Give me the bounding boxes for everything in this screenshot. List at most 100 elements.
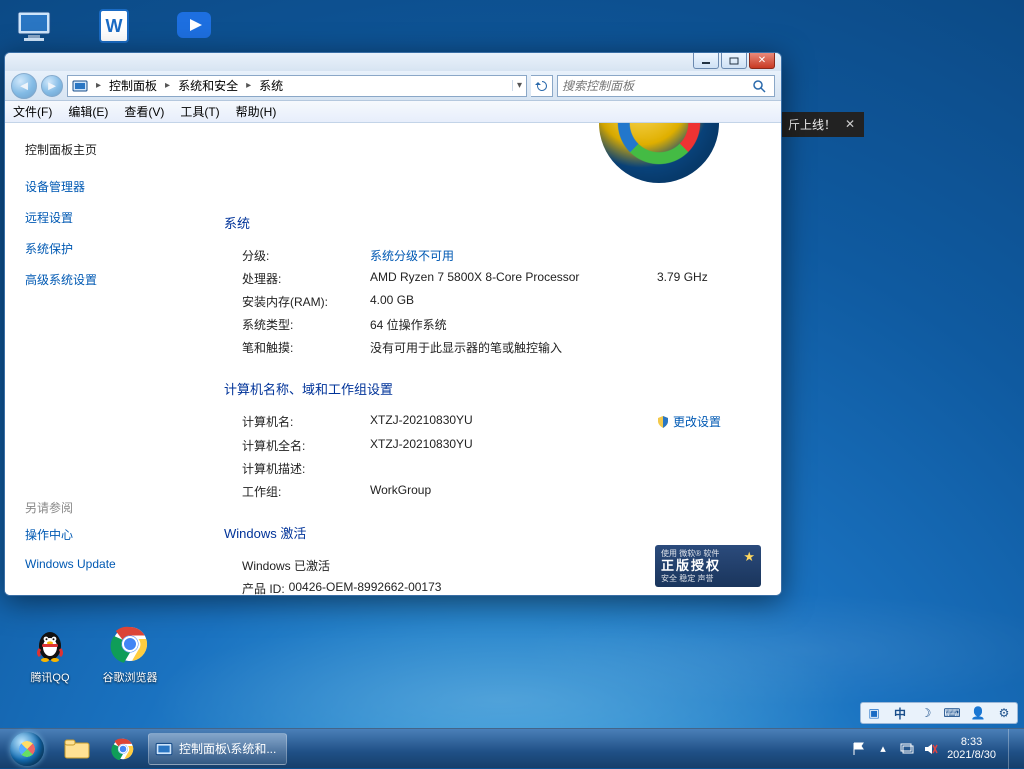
chevron-right-icon[interactable]: ▸ xyxy=(161,80,174,91)
minimize-button[interactable] xyxy=(693,53,719,69)
chevron-right-icon[interactable]: ▸ xyxy=(92,80,105,91)
fullname-label: 计算机全名: xyxy=(242,437,370,454)
genuine-badge: 使用 微软® 软件 正版授权 安全 稳定 声誉 xyxy=(655,545,761,587)
content-area: 系统 分级: 系统分级不可用 处理器: AMD Ryzen 7 5800X 8-… xyxy=(200,123,781,595)
workgroup-value: WorkGroup xyxy=(370,483,757,500)
desktop-icon-label: 腾讯QQ xyxy=(14,668,86,686)
workgroup-label: 工作组: xyxy=(242,483,370,500)
taskbar-item-control-panel[interactable]: 控制面板\系统和... xyxy=(148,733,287,765)
tray-network-icon[interactable] xyxy=(899,741,915,757)
breadcrumb-icon[interactable] xyxy=(68,76,92,96)
genuine-badge-line1: 使用 微软® 软件 xyxy=(661,549,755,559)
sidebar-see-also-head: 另请参阅 xyxy=(25,499,200,516)
svg-text:W: W xyxy=(106,16,123,36)
notification-text: 斤上线！ xyxy=(788,116,836,133)
system-tray: ▴ 8:33 2021/8/30 xyxy=(843,729,1024,768)
genuine-badge-line2: 正版授权 xyxy=(661,558,755,574)
menu-view[interactable]: 查看(V) xyxy=(116,103,172,120)
change-settings-label: 更改设置 xyxy=(673,413,721,430)
desc-label: 计算机描述: xyxy=(242,460,370,477)
notification-banner: 斤上线！ ✕ xyxy=(776,112,864,137)
pen-value: 没有可用于此显示器的笔或触控输入 xyxy=(370,339,757,356)
desktop-icon-wps[interactable]: W xyxy=(94,6,134,46)
ram-label: 安装内存(RAM): xyxy=(242,293,370,310)
sidebar-link-protection[interactable]: 系统保护 xyxy=(25,240,200,257)
breadcrumb-level2[interactable]: 系统 xyxy=(255,76,287,96)
search-input[interactable] xyxy=(558,79,752,93)
desktop-icon-media[interactable] xyxy=(174,6,214,46)
sidebar-link-device-manager[interactable]: 设备管理器 xyxy=(25,178,200,195)
nav-back-button[interactable]: ◄ xyxy=(11,73,37,99)
ime-keyboard-icon[interactable]: ⌨ xyxy=(943,704,961,722)
menu-help[interactable]: 帮助(H) xyxy=(228,103,285,120)
taskbar-pin-chrome[interactable] xyxy=(101,733,145,765)
sidebar: 控制面板主页 设备管理器 远程设置 系统保护 高级系统设置 另请参阅 操作中心 … xyxy=(5,123,200,595)
rating-value-link[interactable]: 系统分级不可用 xyxy=(370,247,757,264)
tray-clock[interactable]: 8:33 2021/8/30 xyxy=(947,736,1000,760)
close-button[interactable]: ✕ xyxy=(749,53,775,69)
cpu-label: 处理器: xyxy=(242,270,370,287)
sidebar-link-windows-update[interactable]: Windows Update xyxy=(25,557,200,571)
cpu-value: AMD Ryzen 7 5800X 8-Core Processor xyxy=(370,270,657,287)
sidebar-link-remote[interactable]: 远程设置 xyxy=(25,209,200,226)
ime-gear-icon[interactable]: ⚙ xyxy=(995,704,1013,722)
show-desktop-button[interactable] xyxy=(1008,729,1020,769)
sidebar-link-advanced[interactable]: 高级系统设置 xyxy=(25,271,200,288)
control-panel-window: ✕ ◄ ► ▸ 控制面板 ▸ 系统和安全 ▸ 系统 ▾ 文件 xyxy=(4,52,782,596)
desktop-icon-label: 谷歌浏览器 xyxy=(94,668,166,686)
shield-icon xyxy=(657,416,669,428)
clock-date: 2021/8/30 xyxy=(947,749,996,761)
sidebar-home[interactable]: 控制面板主页 xyxy=(25,141,200,158)
address-dropdown-icon[interactable]: ▾ xyxy=(512,80,526,91)
nav-forward-button[interactable]: ► xyxy=(41,75,63,97)
ime-check-icon[interactable]: ▣ xyxy=(865,704,883,722)
qq-penguin-icon xyxy=(30,624,70,664)
desktop-icon-chrome[interactable]: 谷歌浏览器 xyxy=(94,624,166,686)
fullname-value: XTZJ-20210830YU xyxy=(370,437,757,454)
taskbar-pin-explorer[interactable] xyxy=(55,733,99,765)
chevron-right-icon[interactable]: ▸ xyxy=(242,80,255,91)
notification-close-icon[interactable]: ✕ xyxy=(842,116,858,132)
product-id-label: 产品 ID: xyxy=(242,580,285,596)
menu-file[interactable]: 文件(F) xyxy=(5,103,60,120)
ram-value: 4.00 GB xyxy=(370,293,757,310)
menu-tools[interactable]: 工具(T) xyxy=(172,103,227,120)
change-settings-link[interactable]: 更改设置 xyxy=(657,413,721,430)
taskbar: 控制面板\系统和... ▴ 8:33 2021/8/30 xyxy=(0,728,1024,768)
sidebar-link-action-center[interactable]: 操作中心 xyxy=(25,526,200,543)
type-value: 64 位操作系统 xyxy=(370,316,757,333)
tray-chevron-up-icon[interactable]: ▴ xyxy=(875,741,891,757)
desktop-icon-qq[interactable]: 腾讯QQ xyxy=(14,624,86,686)
menu-bar: 文件(F) 编辑(E) 查看(V) 工具(T) 帮助(H) xyxy=(5,101,781,123)
desktop-icon-computer[interactable] xyxy=(14,6,54,46)
menu-edit[interactable]: 编辑(E) xyxy=(60,103,116,120)
search-icon[interactable] xyxy=(752,79,774,93)
ime-user-icon[interactable]: 👤 xyxy=(969,704,987,722)
refresh-button[interactable] xyxy=(531,75,553,97)
pen-label: 笔和触摸: xyxy=(242,339,370,356)
desc-value xyxy=(370,460,757,477)
type-label: 系统类型: xyxy=(242,316,370,333)
windows-start-orb-icon xyxy=(10,732,44,766)
chrome-icon xyxy=(110,624,150,664)
computer-name-label: 计算机名: xyxy=(242,413,370,431)
ime-lang-button[interactable]: 中 xyxy=(891,704,909,722)
ime-toolbar[interactable]: ▣ 中 ☽ ⌨ 👤 ⚙ xyxy=(860,702,1018,724)
address-bar[interactable]: ▸ 控制面板 ▸ 系统和安全 ▸ 系统 ▾ xyxy=(67,75,527,97)
titlebar[interactable]: ✕ xyxy=(5,53,781,71)
rating-label: 分级: xyxy=(242,247,370,264)
tray-volume-icon[interactable] xyxy=(923,741,939,757)
start-button[interactable] xyxy=(0,729,54,769)
maximize-button[interactable] xyxy=(721,53,747,69)
clock-time: 8:33 xyxy=(947,736,996,748)
product-id-value: 00426-OEM-8992662-00173 xyxy=(289,580,442,596)
genuine-badge-line3: 安全 稳定 声誉 xyxy=(661,574,755,584)
taskbar-item-label: 控制面板\系统和... xyxy=(179,740,276,757)
section-head-activation: Windows 激活 xyxy=(224,523,757,542)
breadcrumb-level1[interactable]: 系统和安全 xyxy=(174,76,242,96)
search-box[interactable] xyxy=(557,75,775,97)
tray-flag-icon[interactable] xyxy=(851,741,867,757)
breadcrumb-root[interactable]: 控制面板 xyxy=(105,76,161,96)
ime-moon-icon[interactable]: ☽ xyxy=(917,704,935,722)
section-head-name: 计算机名称、域和工作组设置 xyxy=(224,379,757,398)
